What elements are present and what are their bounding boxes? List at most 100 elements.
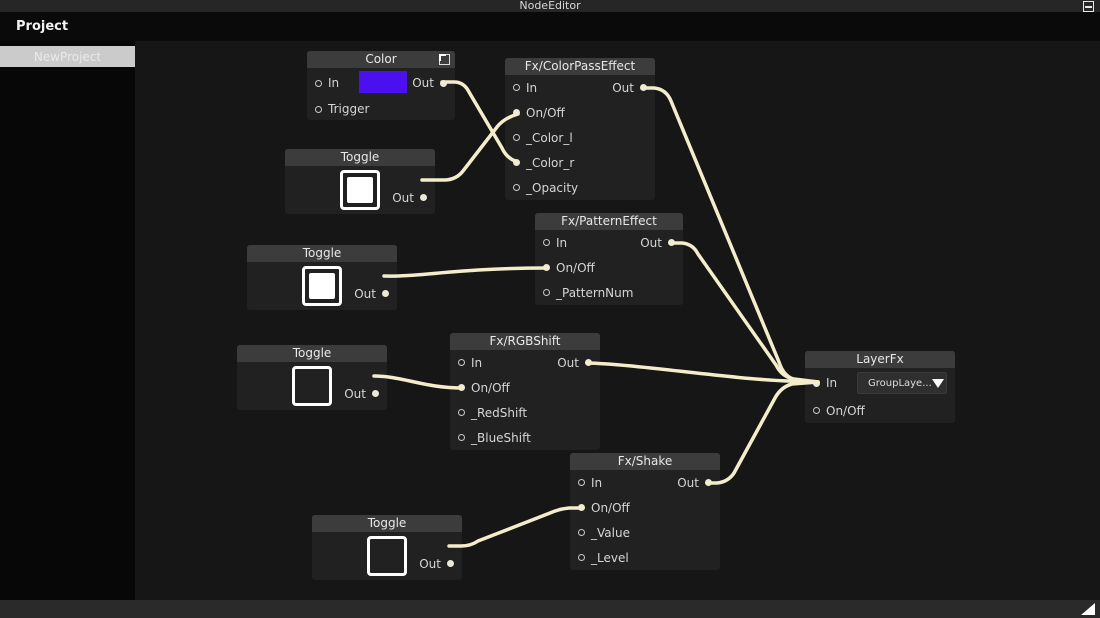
port-shake-onoff[interactable]	[578, 504, 585, 511]
port-shake-out[interactable]	[705, 479, 712, 486]
node-title: LayerFx	[856, 351, 903, 368]
port-label-trigger: Trigger	[328, 102, 369, 116]
node-color[interactable]: Color In Out Trigger	[307, 51, 455, 120]
port-toggle-3-out[interactable]	[372, 390, 379, 397]
color-picker-icon[interactable]	[439, 54, 450, 65]
port-shake-in[interactable]	[578, 479, 585, 486]
port-label-opacity: _Opacity	[526, 181, 578, 195]
port-rgbshift-blueshift[interactable]	[458, 434, 465, 441]
port-rgbshift-redshift[interactable]	[458, 409, 465, 416]
resize-grip-icon[interactable]	[1081, 603, 1095, 615]
node-fx-patterneffect-header[interactable]: Fx/PatternEffect	[535, 213, 683, 230]
port-color-trigger[interactable]	[315, 106, 322, 113]
port-label-in: In	[471, 356, 482, 370]
node-toggle-1-header[interactable]: Toggle	[285, 149, 435, 166]
port-colorpass-in[interactable]	[513, 84, 520, 91]
sidebar-item-newproject[interactable]: NewProject	[0, 46, 135, 67]
node-color-header[interactable]: Color	[307, 51, 455, 68]
port-rgbshift-onoff[interactable]	[458, 384, 465, 391]
node-title: Fx/RGBShift	[490, 333, 561, 350]
port-color-in[interactable]	[315, 80, 322, 87]
port-toggle-1-out[interactable]	[420, 194, 427, 201]
port-label-in: In	[328, 76, 339, 90]
port-colorpass-onoff[interactable]	[513, 109, 520, 116]
port-label-onoff: On/Off	[826, 404, 865, 418]
title-bar: NodeEditor	[0, 0, 1100, 12]
node-fx-shake[interactable]: Fx/Shake In Out On/Off _Value _Level	[570, 453, 720, 570]
port-shake-value[interactable]	[578, 529, 585, 536]
node-toggle-1[interactable]: Toggle Out	[285, 149, 435, 214]
port-label-out: Out	[354, 287, 376, 301]
node-fx-colorpasseffect[interactable]: Fx/ColorPassEffect In Out On/Off _Color_…	[505, 58, 655, 200]
port-label-redshift: _RedShift	[471, 406, 527, 420]
toggle-checkbox[interactable]	[367, 536, 407, 576]
port-label-patternnum: _PatternNum	[556, 286, 633, 300]
port-colorpass-out[interactable]	[640, 84, 647, 91]
port-pattern-in[interactable]	[543, 239, 550, 246]
port-label-onoff: On/Off	[526, 106, 565, 120]
port-label-level: _Level	[591, 551, 629, 565]
port-shake-level[interactable]	[578, 554, 585, 561]
port-rgbshift-in[interactable]	[458, 359, 465, 366]
port-label-onoff: On/Off	[471, 381, 510, 395]
port-layerfx-in[interactable]	[813, 380, 820, 387]
port-layerfx-onoff[interactable]	[813, 407, 820, 414]
port-label-out: Out	[557, 356, 579, 370]
node-toggle-4[interactable]: Toggle Out	[312, 515, 462, 580]
node-fx-shake-header[interactable]: Fx/Shake	[570, 453, 720, 470]
port-label-out: Out	[412, 76, 434, 90]
port-label-in: In	[556, 236, 567, 250]
port-label-onoff: On/Off	[556, 261, 595, 275]
port-pattern-onoff[interactable]	[543, 264, 550, 271]
port-toggle-4-out[interactable]	[447, 560, 454, 567]
node-title: Fx/PatternEffect	[561, 213, 657, 230]
menu-item-project[interactable]: Project	[0, 19, 68, 34]
node-fx-rgbshift[interactable]: Fx/RGBShift In Out On/Off _RedShift _Blu…	[450, 333, 600, 450]
minimize-window-icon[interactable]	[1083, 1, 1094, 12]
port-label-in: In	[826, 376, 837, 390]
port-pattern-num[interactable]	[543, 289, 550, 296]
node-toggle-3-header[interactable]: Toggle	[237, 345, 387, 362]
port-label-in: In	[526, 81, 537, 95]
layer-dropdown[interactable]: GroupLaye...	[857, 372, 947, 394]
port-label-value: _Value	[591, 526, 630, 540]
checkbox-fill	[347, 177, 373, 203]
port-pattern-out[interactable]	[668, 239, 675, 246]
node-fx-patterneffect[interactable]: Fx/PatternEffect In Out On/Off _PatternN…	[535, 213, 683, 305]
node-toggle-2[interactable]: Toggle Out	[247, 245, 397, 310]
status-bar	[0, 600, 1100, 618]
minimize-bar	[1085, 6, 1092, 8]
node-fx-rgbshift-header[interactable]: Fx/RGBShift	[450, 333, 600, 350]
chevron-down-icon	[932, 379, 944, 388]
port-label-blueshift: _BlueShift	[471, 431, 531, 445]
port-label-onoff: On/Off	[591, 501, 630, 515]
port-colorpass-opacity[interactable]	[513, 184, 520, 191]
node-title: Toggle	[293, 345, 332, 362]
window-title: NodeEditor	[0, 0, 1100, 12]
port-label-out: Out	[419, 557, 441, 571]
node-layerfx-header[interactable]: LayerFx	[805, 351, 955, 368]
port-toggle-2-out[interactable]	[382, 290, 389, 297]
node-title: Fx/ColorPassEffect	[525, 58, 635, 75]
node-toggle-4-header[interactable]: Toggle	[312, 515, 462, 532]
node-toggle-3[interactable]: Toggle Out	[237, 345, 387, 410]
toggle-checkbox[interactable]	[292, 366, 332, 406]
port-colorpass-color-r[interactable]	[513, 159, 520, 166]
node-layerfx[interactable]: LayerFx In GroupLaye... On/Off	[805, 351, 955, 423]
menu-bar: Project	[0, 12, 1100, 41]
node-toggle-2-header[interactable]: Toggle	[247, 245, 397, 262]
color-picker-icon-corner	[439, 54, 446, 61]
port-label-out: Out	[640, 236, 662, 250]
node-title: Toggle	[368, 515, 407, 532]
node-fx-colorpasseffect-header[interactable]: Fx/ColorPassEffect	[505, 58, 655, 75]
port-label-color-l: _Color_l	[526, 131, 573, 145]
toggle-checkbox[interactable]	[302, 266, 342, 306]
port-colorpass-color-l[interactable]	[513, 134, 520, 141]
port-label-color-r: _Color_r	[526, 156, 574, 170]
color-swatch[interactable]	[359, 71, 407, 93]
toggle-checkbox[interactable]	[340, 170, 380, 210]
port-label-out: Out	[392, 191, 414, 205]
port-color-out[interactable]	[440, 80, 447, 87]
port-label-out: Out	[612, 81, 634, 95]
port-rgbshift-out[interactable]	[585, 359, 592, 366]
